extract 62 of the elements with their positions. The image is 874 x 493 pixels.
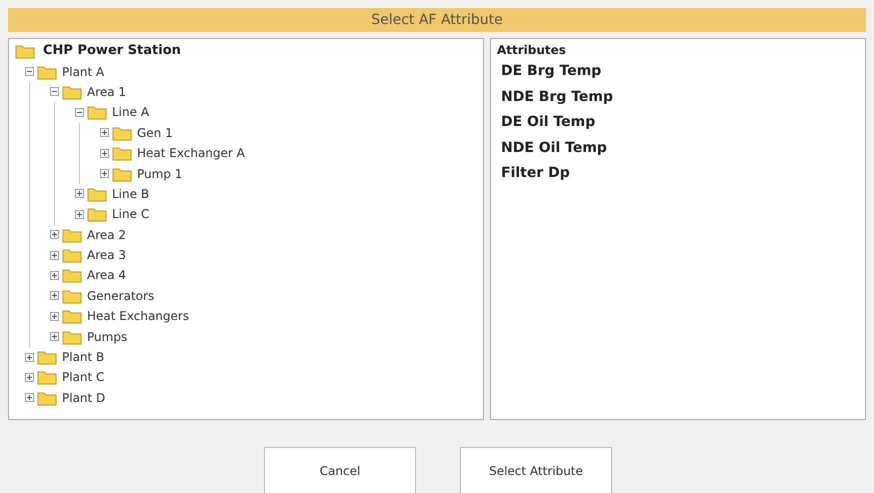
folder-icon (112, 166, 132, 182)
folder-icon (87, 104, 107, 120)
attribute-item[interactable]: DE Oil Temp (501, 110, 859, 136)
folder-icon (37, 349, 57, 366)
collapse-icon[interactable] (25, 67, 34, 76)
expand-icon[interactable] (25, 352, 34, 362)
list-heading: Attributes (497, 42, 567, 59)
folder-icon (87, 186, 107, 202)
tree-item[interactable]: Area 4 (87, 266, 126, 284)
expand-icon[interactable] (100, 128, 109, 138)
tree-item[interactable]: Gen 1 (137, 124, 173, 142)
expand-icon[interactable] (25, 372, 34, 382)
tree-item[interactable]: Heat Exchanger A (137, 144, 245, 162)
cancel-button[interactable]: Cancel (264, 447, 416, 493)
tree-item[interactable]: Plant D (62, 388, 106, 407)
expand-icon[interactable] (50, 250, 59, 260)
expand-icon[interactable] (75, 189, 84, 198)
select-attribute-button[interactable]: Select Attribute (460, 447, 612, 493)
tree-item[interactable]: Line C (112, 205, 150, 224)
tree-item[interactable]: Area 3 (87, 246, 126, 264)
expand-icon[interactable] (75, 210, 84, 219)
expand-icon[interactable] (25, 393, 34, 402)
folder-icon (62, 226, 82, 243)
folder-icon (62, 247, 82, 264)
expand-icon[interactable] (100, 169, 109, 178)
tree-item[interactable]: Plant B (62, 348, 104, 366)
folder-icon (37, 390, 57, 406)
expand-icon[interactable] (100, 148, 109, 158)
tree-item[interactable]: Area 1 (87, 82, 126, 101)
folder-icon (87, 206, 107, 222)
folder-icon (62, 267, 82, 284)
attribute-item[interactable]: NDE Brg Temp (501, 84, 859, 110)
folder-icon (62, 328, 82, 345)
expand-icon[interactable] (50, 291, 59, 300)
folder-icon (62, 288, 82, 304)
tree-item[interactable]: Line A (112, 103, 150, 122)
tree-item[interactable]: Plant C (62, 368, 104, 386)
tree-item[interactable]: Heat Exchangers (87, 307, 190, 326)
tree-item[interactable]: Plant A (62, 62, 104, 81)
folder-icon (62, 308, 82, 324)
tree-item[interactable]: Pump 1 (137, 164, 182, 183)
collapse-icon[interactable] (50, 87, 59, 96)
folder-icon (15, 43, 35, 60)
folder-icon (37, 64, 57, 80)
collapse-icon[interactable] (75, 108, 84, 117)
expand-icon[interactable] (50, 312, 59, 321)
window-title: Select AF Attribute (8, 8, 866, 32)
attribute-item[interactable]: Filter Dp (501, 161, 859, 186)
expand-icon[interactable] (50, 230, 59, 240)
tree-root[interactable]: CHP Power Station (43, 41, 181, 61)
attribute-item[interactable]: DE Brg Temp (501, 59, 859, 84)
tree-item[interactable]: Line B (112, 184, 150, 203)
tree-item[interactable]: Area 2 (87, 226, 126, 244)
folder-icon (62, 84, 82, 100)
folder-icon (112, 124, 132, 141)
folder-icon (112, 145, 132, 162)
expand-icon[interactable] (50, 270, 59, 280)
folder-icon (37, 369, 57, 386)
tree-item[interactable]: Pumps (87, 328, 128, 346)
expand-icon[interactable] (50, 332, 59, 342)
attribute-item[interactable]: NDE Oil Temp (501, 136, 859, 161)
tree-item[interactable]: Generators (87, 286, 154, 305)
